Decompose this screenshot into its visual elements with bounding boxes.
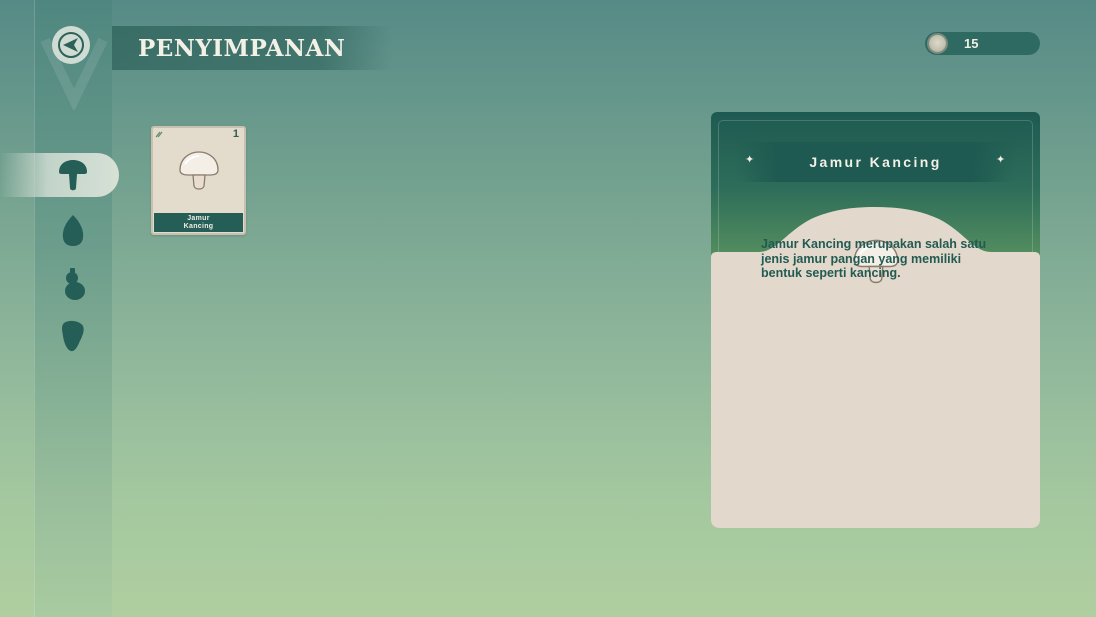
tab-root[interactable] (53, 316, 93, 356)
sparkle-left-icon: ✦ (745, 153, 755, 166)
page-title-bar: PENYIMPANAN (112, 26, 392, 70)
category-sidebar (34, 0, 112, 617)
mushroom-icon (59, 160, 87, 191)
inventory-slot[interactable]: 1 Jamur Kancing (151, 126, 246, 235)
slot-item-label-line1: Jamur (187, 215, 210, 222)
page-title: PENYIMPANAN (138, 34, 346, 62)
seed-icon (62, 215, 84, 246)
back-arrow-icon (58, 32, 84, 58)
root-icon (62, 320, 84, 352)
tab-mushroom[interactable] (53, 155, 93, 195)
gourd-icon (65, 268, 85, 300)
coin-icon (927, 33, 948, 54)
back-button[interactable] (52, 26, 90, 64)
detail-description: Jamur Kancing merupakan salah satu jenis… (761, 237, 987, 280)
detail-name-band: Jamur Kancing (736, 142, 1015, 182)
coin-value: 15 (964, 36, 979, 51)
item-detail-panel: Jamur Kancing ✦ ✦ Jamur Kancing merupaka… (711, 112, 1040, 528)
coin-counter: 15 (925, 32, 1040, 55)
slot-corner-ornament (155, 131, 163, 138)
tab-gourd[interactable] (53, 264, 93, 304)
tab-seed[interactable] (53, 210, 93, 250)
slot-quantity: 1 (232, 128, 239, 140)
slot-item-label-line2: Kancing (183, 222, 214, 230)
detail-item-name: Jamur Kancing (809, 154, 942, 170)
button-mushroom-icon (179, 151, 219, 190)
sparkle-right-icon: ✦ (996, 153, 1006, 166)
slot-item-label: Jamur Kancing (154, 213, 243, 232)
